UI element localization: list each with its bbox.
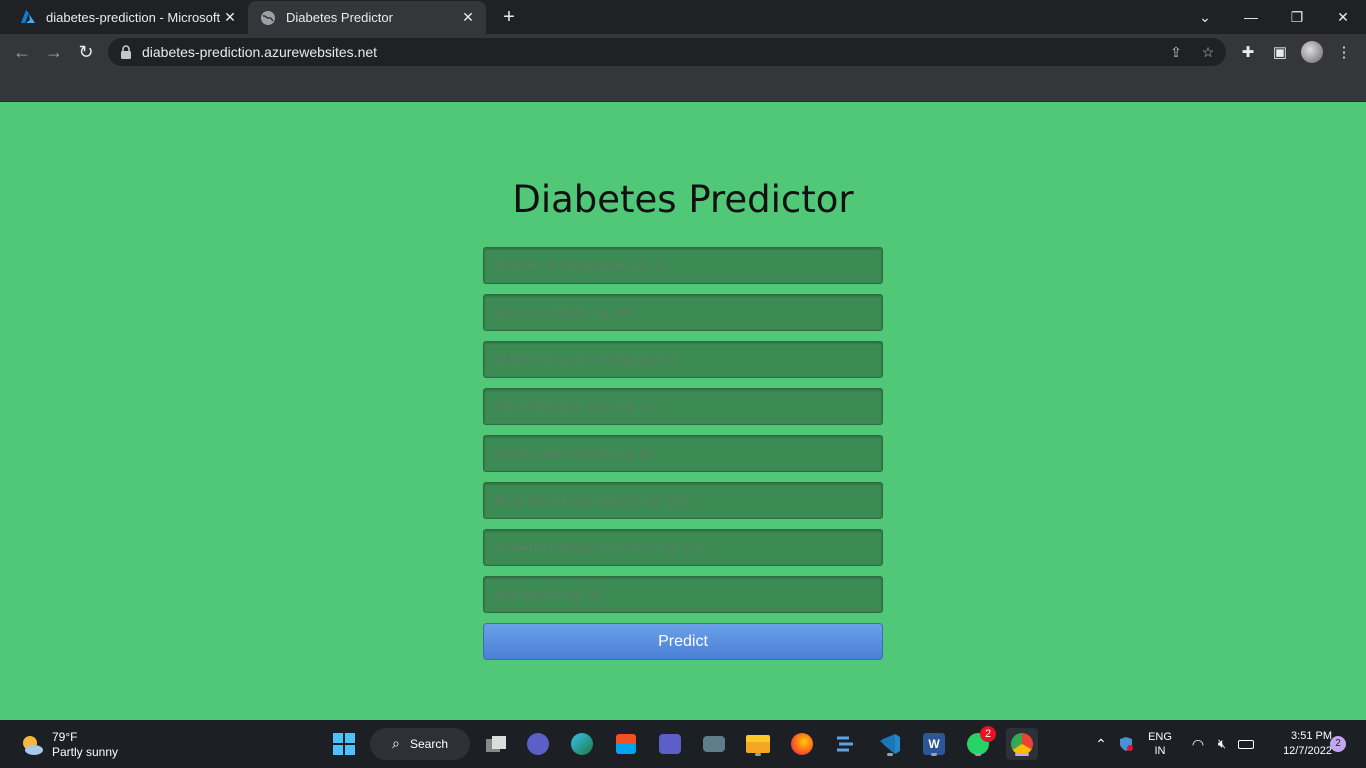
taskbar: 79°F Partly sunny ⌕ Search W 2 ⌃ ENG IN … [0,720,1366,768]
firefox-icon[interactable] [786,728,818,760]
azure-icon [20,9,36,25]
side-panel-icon[interactable]: ▣ [1266,38,1294,66]
url-text: diabetes-prediction.azurewebsites.net [142,44,378,60]
search-icon: ⌕ [392,735,400,751]
vscode-icon[interactable] [874,728,906,760]
chevron-up-icon[interactable]: ⌃ [1092,720,1110,768]
weather-desc: Partly sunny [52,745,119,759]
start-button[interactable] [328,728,360,760]
browser-titlebar: diabetes-prediction - Microsoft A ✕ Diab… [0,0,1366,34]
language-label: ENG [1148,731,1172,743]
bookmarks-bar [0,70,1366,102]
search-label: Search [410,737,449,751]
clock-date: 12/7/2022 [1283,745,1332,757]
lock-icon [121,45,131,59]
chevron-down-icon[interactable]: ⌄ [1182,0,1228,34]
tab-diabetes-predictor[interactable]: Diabetes Predictor ✕ [248,1,486,34]
pedigree-input[interactable] [483,529,883,566]
partly-sunny-icon [23,736,43,755]
language-indicator[interactable]: ENG IN [1144,720,1176,768]
new-tab-button[interactable]: + [498,6,520,28]
star-icon[interactable]: ☆ [1198,42,1218,62]
bmi-input[interactable] [483,482,883,519]
tab-azure-portal[interactable]: diabetes-prediction - Microsoft A ✕ [8,0,248,34]
extensions-icon[interactable]: ✚ [1234,38,1262,66]
avatar[interactable] [1298,38,1326,66]
close-window-button[interactable]: ✕ [1320,0,1366,34]
page-content: Diabetes Predictor Predict [0,102,1366,720]
close-tab-icon[interactable]: ✕ [220,9,240,26]
forward-button[interactable]: → [40,38,68,66]
close-tab-icon[interactable]: ✕ [458,9,478,26]
pregnancies-input[interactable] [483,247,883,284]
minimize-button[interactable]: — [1228,0,1274,34]
page-title: Diabetes Predictor [512,178,854,221]
tab-title: diabetes-prediction - Microsoft A [46,9,220,25]
file-explorer-icon[interactable] [742,728,774,760]
word-icon[interactable]: W [918,728,950,760]
volume-muted-icon[interactable]: 🔇︎ [1212,720,1232,768]
blood-pressure-input[interactable] [483,341,883,378]
predict-button[interactable]: Predict [483,623,883,660]
browser-toolbar: ← → ↻ diabetes-prediction.azurewebsites.… [0,34,1366,70]
teams-icon[interactable] [654,728,686,760]
store-icon[interactable] [610,728,642,760]
windows-icon [333,733,355,755]
tab-title: Diabetes Predictor [286,10,393,25]
camera-icon[interactable] [698,728,730,760]
wifi-icon[interactable]: ◠ [1188,720,1208,768]
clock-time: 3:51 PM [1291,730,1332,742]
edge-icon[interactable] [566,728,598,760]
clock[interactable]: 3:51 PM 12/7/2022 [1262,720,1332,768]
skin-thickness-input[interactable] [483,388,883,425]
restore-button[interactable]: ❐ [1274,0,1320,34]
chat-icon[interactable] [522,728,554,760]
weather-temp: 79°F [52,730,78,744]
whatsapp-badge: 2 [980,726,996,742]
whatsapp-icon[interactable]: 2 [962,726,996,760]
taskbar-search[interactable]: ⌕ Search [370,728,470,760]
azure-data-studio-icon[interactable] [830,728,862,760]
notifications-badge[interactable]: 2 [1328,720,1348,768]
region-label: IN [1154,745,1166,757]
task-view-icon[interactable] [480,728,512,760]
insulin-input[interactable] [483,435,883,472]
more-menu-icon[interactable]: ⋮ [1330,38,1358,66]
glucose-input[interactable] [483,294,883,331]
shield-icon[interactable] [1116,720,1136,768]
reload-button[interactable]: ↻ [72,38,100,66]
address-bar[interactable]: diabetes-prediction.azurewebsites.net ⇪ … [108,38,1226,66]
age-input[interactable] [483,576,883,613]
globe-icon [260,10,276,26]
back-button[interactable]: ← [8,38,36,66]
battery-icon[interactable] [1236,720,1256,768]
chrome-icon[interactable] [1006,728,1038,760]
share-icon[interactable]: ⇪ [1166,42,1186,62]
weather-widget[interactable]: 79°F Partly sunny [20,730,118,760]
